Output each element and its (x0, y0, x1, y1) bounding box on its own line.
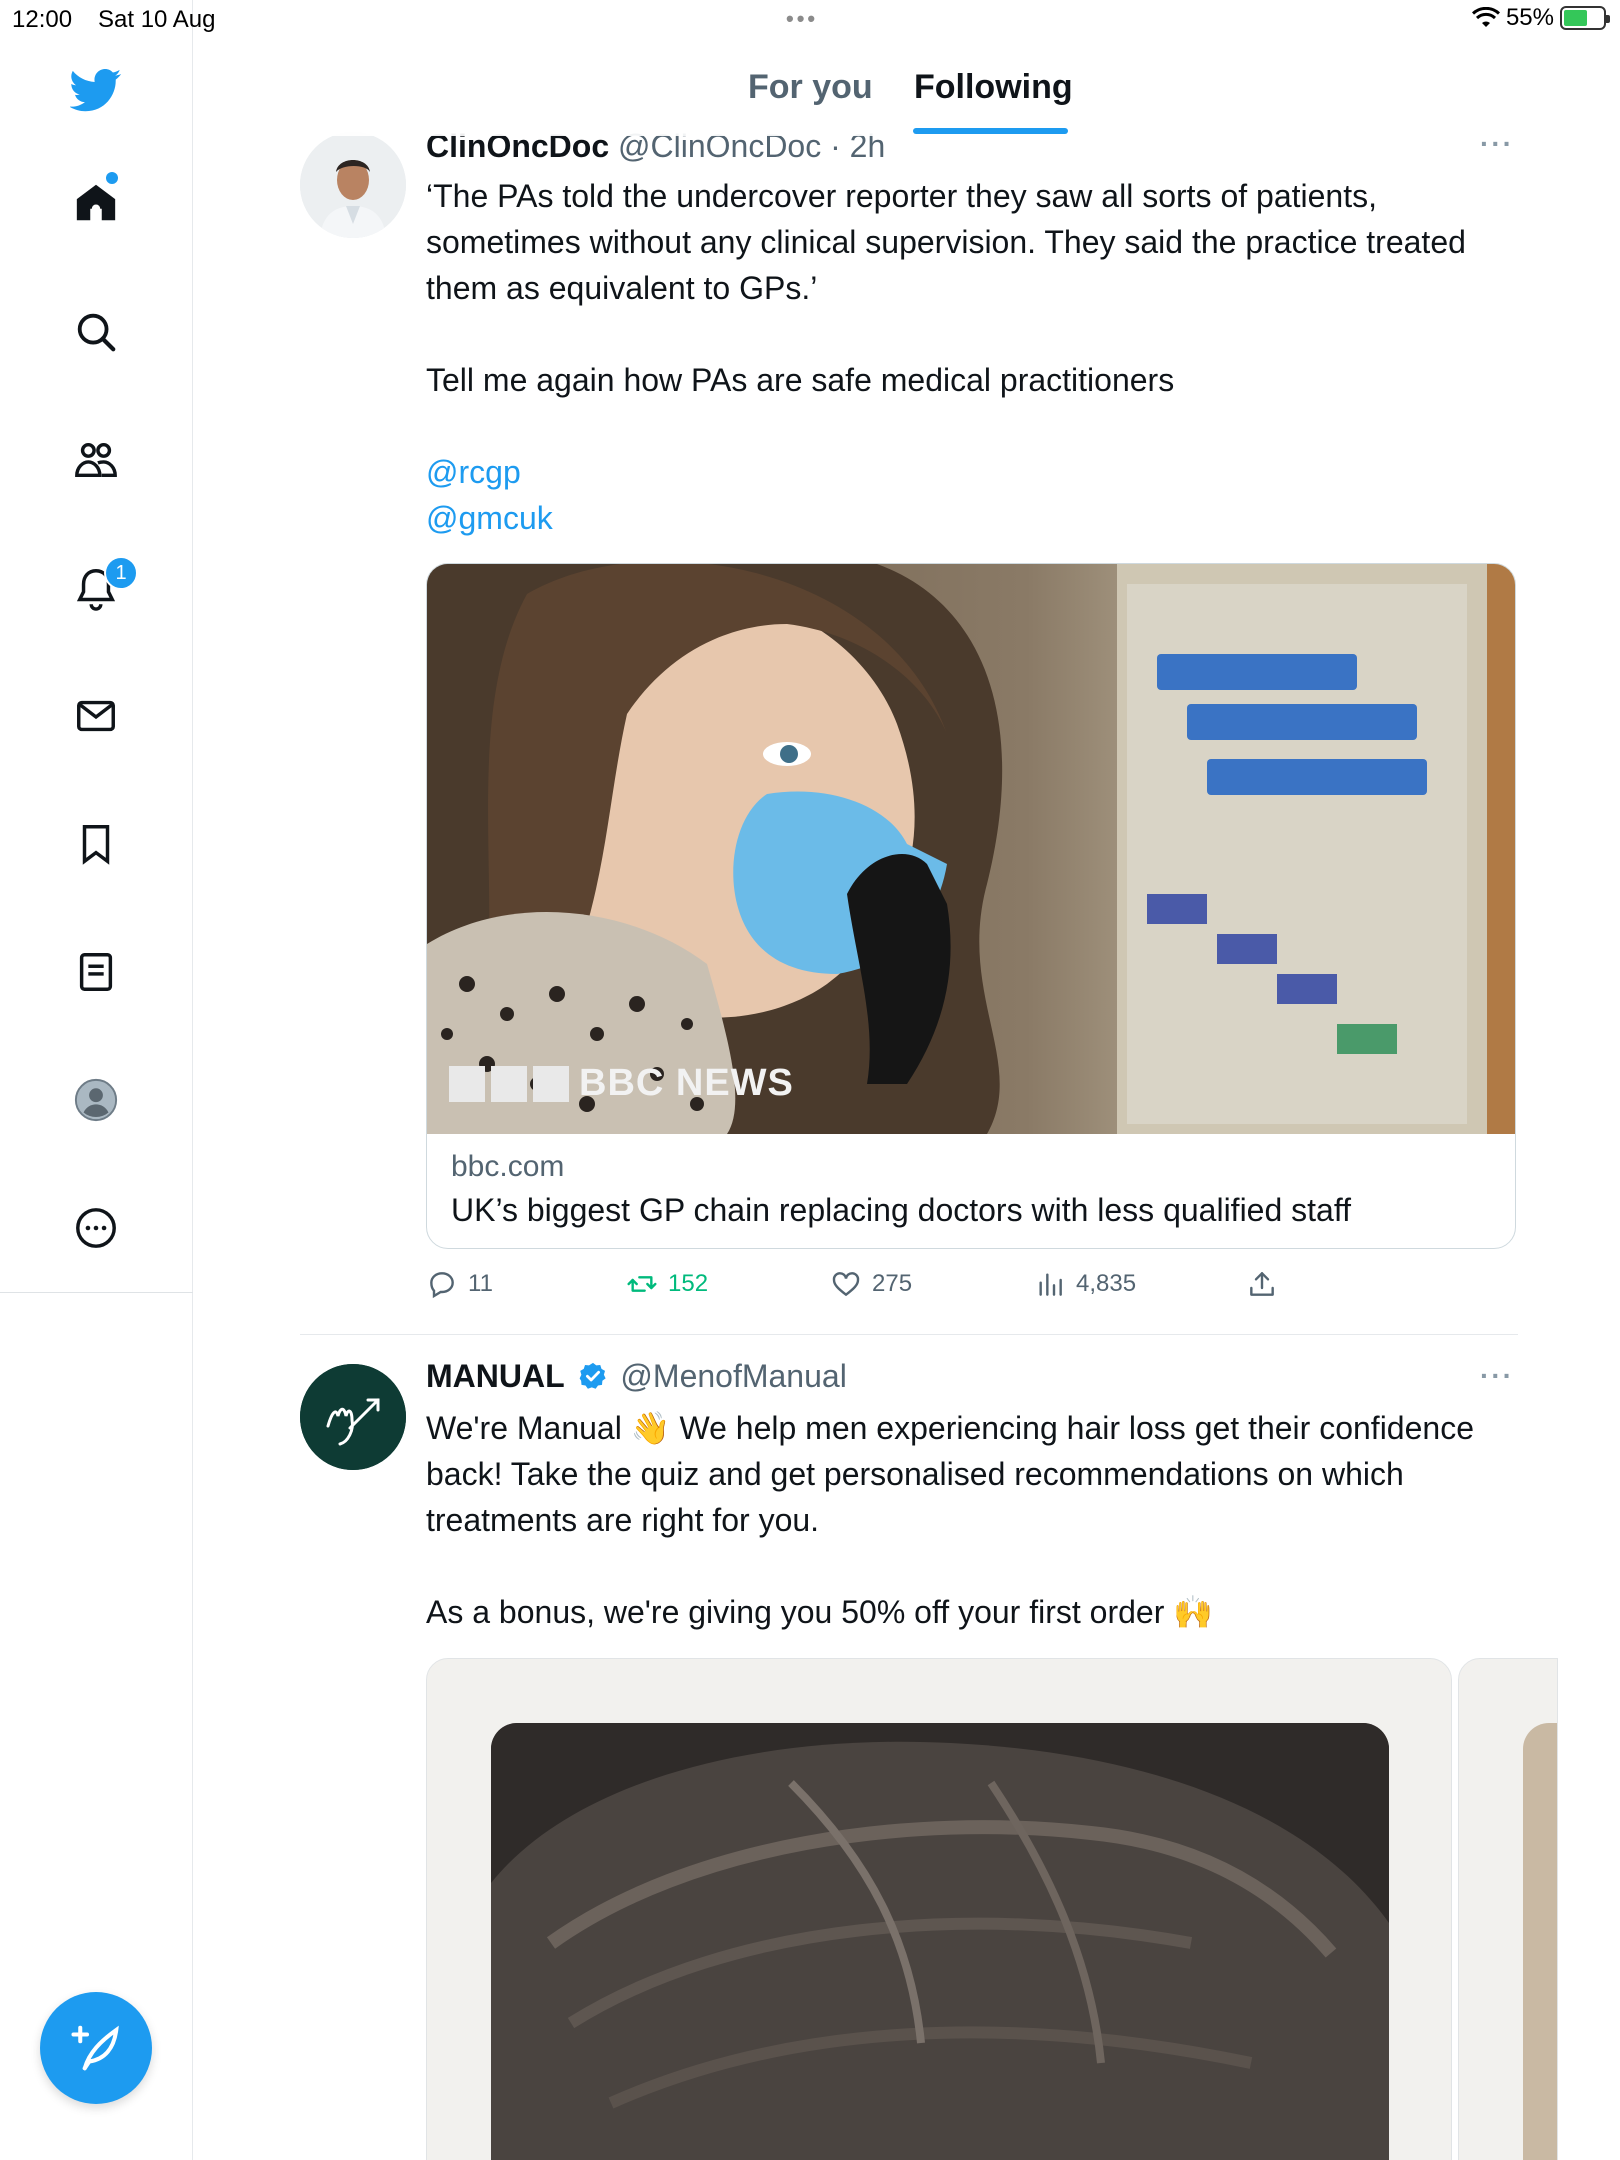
status-right: 55% (1471, 4, 1610, 32)
tweet-more-icon[interactable]: ··· (1480, 1360, 1514, 1392)
sidebar: 1 (0, 0, 193, 2160)
reply-count: 11 (468, 1270, 493, 1297)
reply-icon (430, 1272, 454, 1299)
tweet-divider (300, 1334, 1518, 1335)
wifi-icon (1471, 7, 1500, 27)
search-icon[interactable] (66, 302, 126, 362)
home-new-dot (106, 172, 118, 184)
share-icon (1250, 1272, 1274, 1296)
battery-icon (1560, 6, 1610, 30)
notifications-badge: 1 (104, 556, 138, 590)
more-circle-icon[interactable] (66, 1198, 126, 1258)
avatar-clinoncdoc[interactable] (300, 132, 406, 238)
mention-gmcuk[interactable]: @gmcuk (426, 495, 1516, 541)
active-tab-indicator (913, 128, 1068, 134)
retweet-icon (627, 1276, 657, 1292)
retweet-count: 152 (668, 1270, 709, 1297)
status-time: 12:00 (12, 6, 73, 33)
multitasking-dots[interactable]: ••• (786, 6, 818, 32)
tweet-text-p1: We're Manual 👋 We help men experiencing … (426, 1410, 1474, 1538)
bbc-news-logo: BBC NEWS (449, 1062, 794, 1105)
card-headline: UK’s biggest GP chain replacing doctors … (451, 1192, 1352, 1228)
author-handle[interactable]: @MenofManual (620, 1358, 846, 1394)
bookmark-icon[interactable] (66, 814, 126, 874)
avatar-manual[interactable] (300, 1364, 406, 1470)
timeline-tabs: For you Following (288, 40, 1328, 136)
reply-button[interactable]: 11 (426, 1268, 493, 1300)
mail-icon[interactable] (66, 686, 126, 746)
tweet-comment-text: Tell me again how PAs are safe medical p… (426, 362, 1175, 398)
carousel-card-2[interactable] (1458, 1658, 1558, 2160)
compose-icon (71, 2025, 119, 2071)
list-icon[interactable] (66, 942, 126, 1002)
tab-for-you[interactable]: For you (748, 68, 873, 107)
communities-icon[interactable] (66, 430, 126, 490)
hair-photo (491, 1723, 1389, 2160)
tab-following[interactable]: Following (914, 68, 1073, 107)
status-date: Sat 10 Aug (98, 6, 216, 33)
twitter-bird-icon[interactable] (66, 60, 126, 120)
views-chart-icon (1039, 1273, 1062, 1296)
carousel-card-2-photo (1523, 1723, 1557, 2160)
views-count: 4,835 (1076, 1270, 1137, 1297)
like-button[interactable]: 275 (830, 1268, 912, 1300)
heart-icon (832, 1272, 860, 1297)
compose-button[interactable] (40, 1992, 152, 2104)
article-image (427, 564, 1515, 1134)
retweet-button[interactable]: 152 (626, 1268, 708, 1300)
carousel-card-1[interactable] (426, 1658, 1452, 2160)
tweet-text-p2: As a bonus, we're giving you 50% off you… (426, 1594, 1214, 1630)
sidebar-divider (0, 1292, 193, 1293)
tweet-body: ‘The PAs told the undercover reporter th… (426, 173, 1516, 541)
author-name[interactable]: MANUAL (426, 1358, 565, 1394)
tweet-more-icon[interactable]: ··· (1480, 128, 1514, 160)
views-button[interactable]: 4,835 (1034, 1268, 1136, 1300)
verified-badge-icon (579, 1362, 606, 1389)
battery-percent: 55% (1505, 4, 1554, 31)
tweet-quote-text: ‘The PAs told the undercover reporter th… (426, 178, 1466, 306)
home-icon[interactable] (66, 173, 126, 233)
profile-avatar-icon[interactable] (66, 1070, 126, 1130)
link-card[interactable]: BBC NEWS bbc.com UK’s biggest GP chain r… (426, 563, 1516, 1249)
card-domain: bbc.com (451, 1150, 565, 1183)
tweet-header: MANUAL @MenofManual (426, 1358, 847, 1395)
mention-rcgp[interactable]: @rcgp (426, 449, 1516, 495)
tweet-actions: 11 152 275 4,835 (426, 1268, 1326, 1304)
tweet-body: We're Manual 👋 We help men experiencing … (426, 1405, 1526, 1635)
like-count: 275 (872, 1270, 913, 1297)
status-bar: 12:00 Sat 10 Aug ••• 55% (0, 0, 1620, 40)
share-button[interactable] (1246, 1268, 1278, 1300)
